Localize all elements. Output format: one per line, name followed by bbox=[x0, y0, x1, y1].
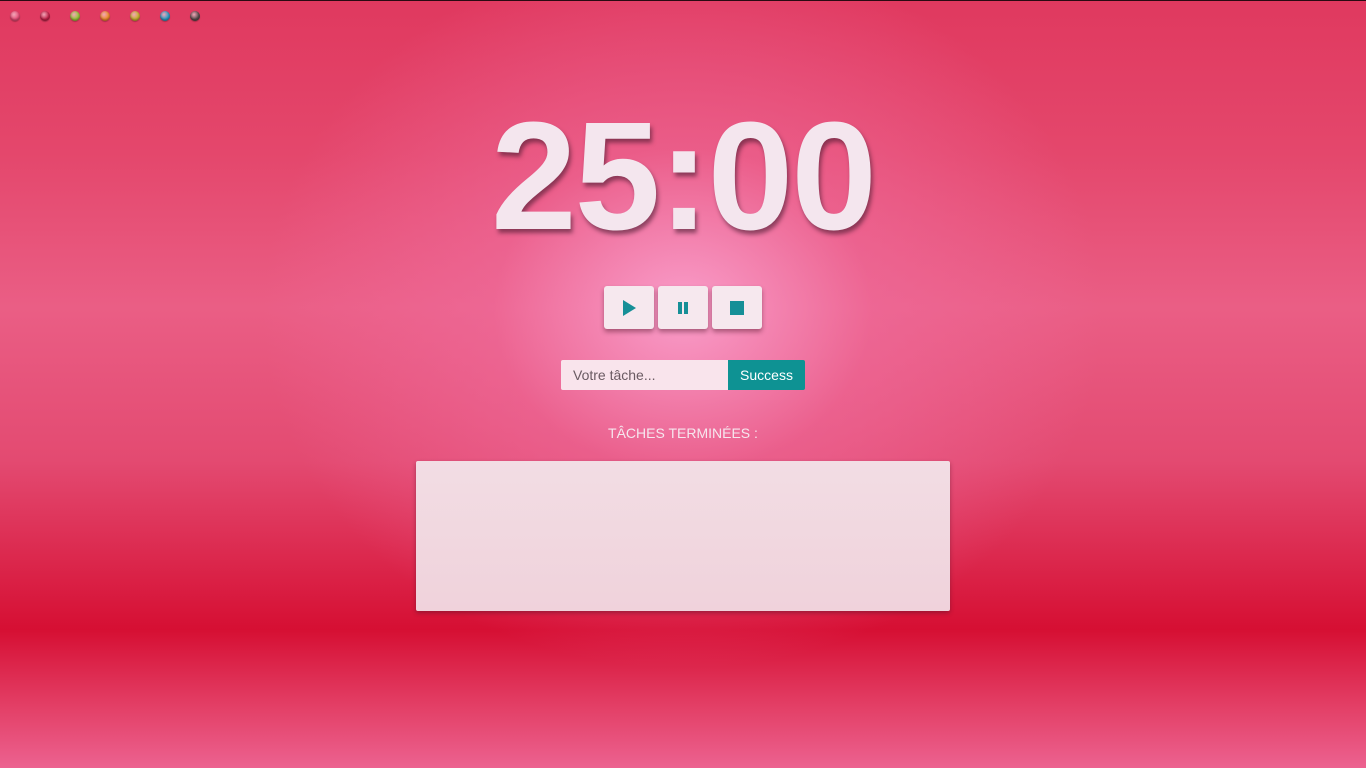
stop-button[interactable] bbox=[712, 286, 762, 329]
theme-dot-pink[interactable] bbox=[10, 11, 20, 21]
timer-controls bbox=[604, 286, 762, 329]
theme-color-picker bbox=[10, 11, 200, 21]
task-input[interactable] bbox=[561, 360, 728, 390]
stop-icon bbox=[730, 300, 744, 315]
theme-dot-dark[interactable] bbox=[190, 11, 200, 21]
pause-icon bbox=[678, 301, 688, 314]
completed-tasks-list bbox=[416, 461, 950, 611]
task-form: Success bbox=[561, 360, 805, 390]
play-icon bbox=[623, 299, 636, 316]
play-button[interactable] bbox=[604, 286, 654, 329]
pause-button[interactable] bbox=[658, 286, 708, 329]
success-button[interactable]: Success bbox=[728, 360, 805, 390]
timer-display: 25:00 bbox=[491, 90, 877, 262]
theme-dot-green[interactable] bbox=[70, 11, 80, 21]
theme-dot-blue[interactable] bbox=[160, 11, 170, 21]
theme-dot-orange[interactable] bbox=[100, 11, 110, 21]
theme-dot-olive[interactable] bbox=[130, 11, 140, 21]
completed-tasks-title: TÂCHES TERMINÉES : bbox=[608, 425, 758, 441]
theme-dot-crimson[interactable] bbox=[40, 11, 50, 21]
